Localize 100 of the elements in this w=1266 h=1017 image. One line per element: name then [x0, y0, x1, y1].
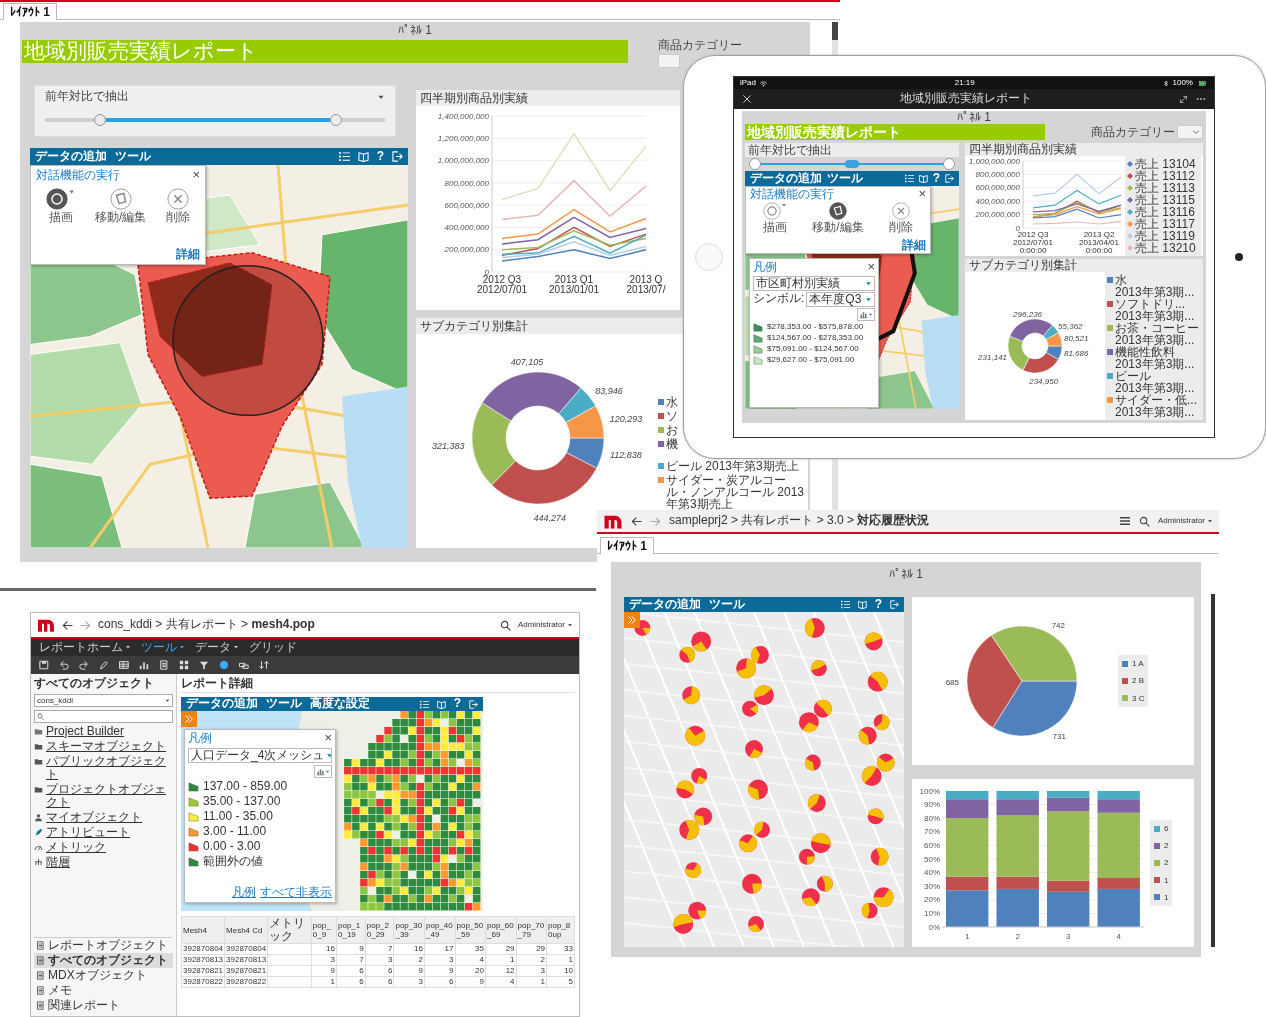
close-button[interactable]: × [918, 188, 926, 200]
tree-link[interactable]: メトリック [46, 840, 106, 854]
close-button[interactable]: × [192, 169, 200, 181]
user-menu[interactable]: Administrator [517, 620, 573, 630]
layout-tab[interactable]: ﾚｲｱｳﾄ 1 [600, 537, 654, 554]
tree-link[interactable]: アトリビュート [46, 825, 130, 839]
tree-link[interactable]: Project Builder [46, 724, 125, 738]
exit-icon[interactable] [890, 600, 899, 609]
breadcrumb[interactable]: sampleprj2 > 共有レポート > 3.0 > 対応履歴状況 [669, 514, 930, 528]
map-icon[interactable] [436, 699, 446, 709]
list-icon[interactable] [419, 699, 429, 709]
tree-link[interactable]: パブリックオブジェクト [46, 754, 173, 781]
toolbar-menu[interactable]: 高度な設定 [310, 697, 370, 711]
search-icon[interactable] [1138, 515, 1150, 527]
help-button[interactable]: ? [453, 697, 461, 711]
sort-icon[interactable] [259, 660, 269, 670]
expand-button[interactable] [181, 711, 197, 727]
layer-select[interactable]: 市区町村別実績 [753, 275, 875, 291]
help-button[interactable]: ? [874, 597, 882, 612]
list-icon[interactable] [338, 151, 350, 162]
list-icon[interactable] [904, 174, 914, 183]
legend-link[interactable]: 凡例 [232, 886, 256, 900]
tree-link[interactable]: マイオブジェクト [46, 810, 142, 824]
slider-thumb[interactable] [94, 113, 107, 126]
logo-icon[interactable] [37, 617, 55, 633]
toolbar-menu[interactable]: ツール [709, 597, 745, 612]
symbol-select[interactable]: 本年度Q3 [806, 291, 875, 307]
layout-tab[interactable]: ﾚｲｱｳﾄ 1 [3, 3, 57, 20]
caret-icon[interactable] [67, 187, 76, 196]
expand-button[interactable] [624, 612, 640, 628]
toolbar-menu[interactable]: ツール [115, 149, 151, 164]
search-icon[interactable] [499, 619, 511, 631]
menu-icon[interactable] [1118, 515, 1131, 527]
close-icon[interactable] [742, 94, 752, 104]
project-select[interactable]: cons_kddi [34, 693, 173, 707]
slider-thumb[interactable] [943, 158, 955, 170]
tool-button[interactable]: 削除 [889, 201, 914, 235]
tree-link[interactable]: プロジェクトオブジェクト [46, 782, 173, 809]
slider-track[interactable] [749, 158, 955, 170]
legend-link[interactable]: すべて非表示 [260, 886, 332, 900]
pencil-icon[interactable] [99, 660, 109, 670]
menu-item[interactable]: レポートホーム [39, 640, 131, 655]
exit-icon[interactable] [392, 151, 403, 162]
redo-icon[interactable] [79, 660, 89, 670]
menu-item[interactable]: データ [195, 640, 239, 655]
nav-item[interactable]: MDXオブジェクト [34, 968, 173, 983]
help-button[interactable]: ? [932, 171, 940, 186]
slider-thumb[interactable] [330, 113, 343, 126]
menu-item[interactable]: グリッド [249, 640, 297, 655]
grid-icon[interactable] [179, 660, 189, 670]
slider-handle[interactable] [845, 160, 859, 168]
user-menu[interactable]: Administrator [1157, 516, 1213, 526]
slider-thumb[interactable] [749, 158, 761, 170]
link-icon[interactable] [239, 660, 249, 670]
close-button[interactable]: × [324, 732, 332, 744]
toolbar-menu[interactable]: ツール [827, 171, 863, 186]
help-button[interactable]: ? [376, 149, 384, 164]
resize-icon[interactable] [1179, 94, 1188, 104]
chart-type-button[interactable] [857, 307, 875, 321]
toolbar-menu[interactable]: データの追加 [629, 597, 701, 612]
save-icon[interactable] [39, 660, 49, 670]
bar-chart-icon[interactable] [139, 660, 149, 670]
filter-icon[interactable] [199, 660, 209, 670]
nav-item[interactable]: すべてのオブジェクト [34, 953, 173, 968]
tool-button[interactable]: 削除 [166, 187, 191, 225]
tool-button[interactable]: 移動/編集 [94, 187, 147, 225]
chart-type-button[interactable] [314, 764, 332, 778]
document-icon[interactable] [159, 660, 169, 670]
breadcrumb[interactable]: cons_kddi > 共有レポート > mesh4.pop [98, 618, 315, 632]
undo-icon[interactable] [59, 660, 69, 670]
toolbar-menu[interactable]: データの追加 [35, 149, 107, 164]
tree-link[interactable]: 階層 [46, 855, 70, 869]
map-icon[interactable] [357, 151, 369, 162]
tool-button[interactable]: 移動/編集 [812, 201, 864, 235]
toolbar-menu[interactable]: データの追加 [186, 697, 258, 711]
nav-item[interactable]: 関連レポート [34, 998, 173, 1013]
globe-icon[interactable] [219, 660, 229, 670]
scrollbar[interactable] [1211, 594, 1215, 947]
exit-icon[interactable] [945, 174, 954, 183]
exit-icon[interactable] [469, 699, 478, 709]
search-field[interactable] [34, 709, 173, 723]
list-icon[interactable] [840, 600, 850, 609]
tree-link[interactable]: スキーマオブジェクト [46, 739, 166, 753]
toolbar-menu[interactable]: ツール [266, 697, 302, 711]
back-icon[interactable] [631, 515, 642, 527]
nav-item[interactable]: メモ [34, 983, 173, 998]
map-icon[interactable] [857, 600, 867, 609]
tool-button[interactable]: 描画 [762, 201, 787, 235]
toolbar-menu[interactable]: データの追加 [750, 171, 822, 186]
tool-button[interactable]: 描画 [45, 187, 76, 225]
back-icon[interactable] [62, 619, 73, 631]
details-link[interactable]: 詳細 [176, 248, 200, 261]
close-button[interactable]: × [867, 261, 875, 273]
nav-item[interactable]: レポートオブジェクト [34, 938, 173, 953]
table-icon[interactable] [119, 660, 129, 670]
caret-icon[interactable] [780, 201, 787, 208]
details-link[interactable]: 詳細 [902, 239, 926, 252]
menu-item[interactable]: ツール [141, 640, 185, 655]
layer-select[interactable]: 人口データ_4次メッシュ [188, 747, 332, 763]
map-icon[interactable] [918, 174, 928, 183]
